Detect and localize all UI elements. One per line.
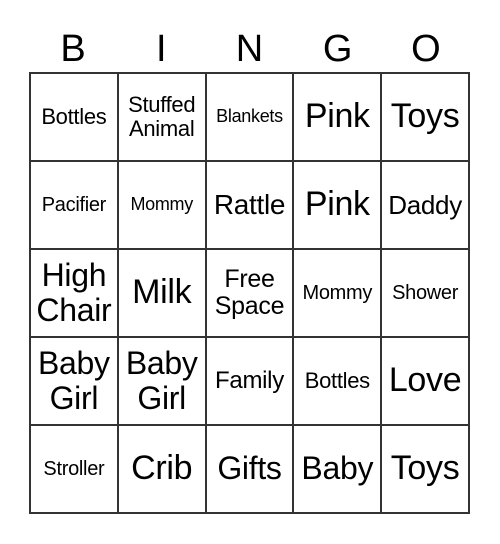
- cell-label: Milk: [132, 273, 192, 312]
- bingo-cell[interactable]: Milk: [117, 249, 206, 337]
- cell-label: Baby Girl: [125, 344, 198, 416]
- bingo-cell[interactable]: Rattle: [205, 161, 294, 249]
- bingo-cell[interactable]: Mommy: [293, 249, 382, 337]
- cell-label: Pacifier: [41, 194, 107, 216]
- header-letter-n: N: [235, 28, 264, 70]
- bingo-cell[interactable]: Blankets: [205, 73, 294, 161]
- cell-label: High Chair: [36, 256, 112, 328]
- bingo-cell[interactable]: Shower: [381, 249, 469, 337]
- bingo-cell[interactable]: Baby Girl: [30, 337, 118, 425]
- bingo-cell[interactable]: Free Space: [205, 249, 294, 337]
- bingo-cell[interactable]: Gifts: [205, 425, 294, 513]
- bingo-cell[interactable]: Toys: [381, 73, 469, 161]
- cell-label: Stuffed Animal: [128, 91, 196, 141]
- cell-label: Toys: [390, 449, 460, 488]
- bingo-cell[interactable]: Pacifier: [30, 161, 118, 249]
- bingo-cell[interactable]: Stroller: [30, 425, 118, 513]
- bingo-grid: Bottles Stuffed Animal Blankets Pink Toys Pac…: [29, 72, 470, 514]
- bingo-cell[interactable]: High Chair: [30, 249, 118, 337]
- bingo-cell[interactable]: Stuffed Animal: [117, 73, 206, 161]
- bingo-cell[interactable]: Family: [205, 337, 294, 425]
- bingo-cell[interactable]: Love: [381, 337, 469, 425]
- bingo-cell[interactable]: Bottles: [30, 73, 118, 161]
- cell-label: Love: [388, 361, 462, 400]
- bingo-cell[interactable]: Bottles: [293, 337, 382, 425]
- cell-label: Free Space: [214, 264, 285, 320]
- bingo-cell[interactable]: Pink: [293, 73, 382, 161]
- cell-label: Daddy: [388, 189, 462, 220]
- cell-label: Blankets: [216, 106, 283, 127]
- cell-label: Baby: [301, 450, 374, 487]
- bingo-header: B I N G O: [29, 26, 470, 72]
- header-letter-i: I: [156, 28, 167, 70]
- header-letter-o: O: [411, 28, 441, 70]
- cell-label: Gifts: [217, 450, 282, 487]
- bingo-cell[interactable]: Baby Girl: [117, 337, 206, 425]
- cell-label: Family: [215, 366, 284, 394]
- bingo-cell[interactable]: Baby: [293, 425, 382, 513]
- cell-label: Mommy: [302, 282, 373, 304]
- cell-label: Toys: [390, 97, 460, 136]
- bingo-cell[interactable]: Crib: [117, 425, 206, 513]
- bingo-cell[interactable]: Toys: [381, 425, 469, 513]
- cell-label: Baby Girl: [38, 344, 110, 416]
- bingo-cell[interactable]: Pink: [293, 161, 382, 249]
- header-letter-g: G: [322, 28, 353, 70]
- cell-label: Bottles: [41, 103, 107, 129]
- cell-label: Pink: [304, 97, 370, 136]
- cell-label: Crib: [131, 449, 193, 488]
- cell-label: Mommy: [130, 194, 193, 215]
- cell-label: Bottles: [304, 367, 370, 393]
- cell-label: Shower: [392, 282, 459, 304]
- cell-label: Rattle: [213, 188, 286, 220]
- bingo-cell[interactable]: Daddy: [381, 161, 469, 249]
- cell-label: Pink: [304, 185, 370, 224]
- cell-label: Stroller: [43, 458, 105, 480]
- header-letter-b: B: [60, 28, 86, 70]
- bingo-cell[interactable]: Mommy: [117, 161, 206, 249]
